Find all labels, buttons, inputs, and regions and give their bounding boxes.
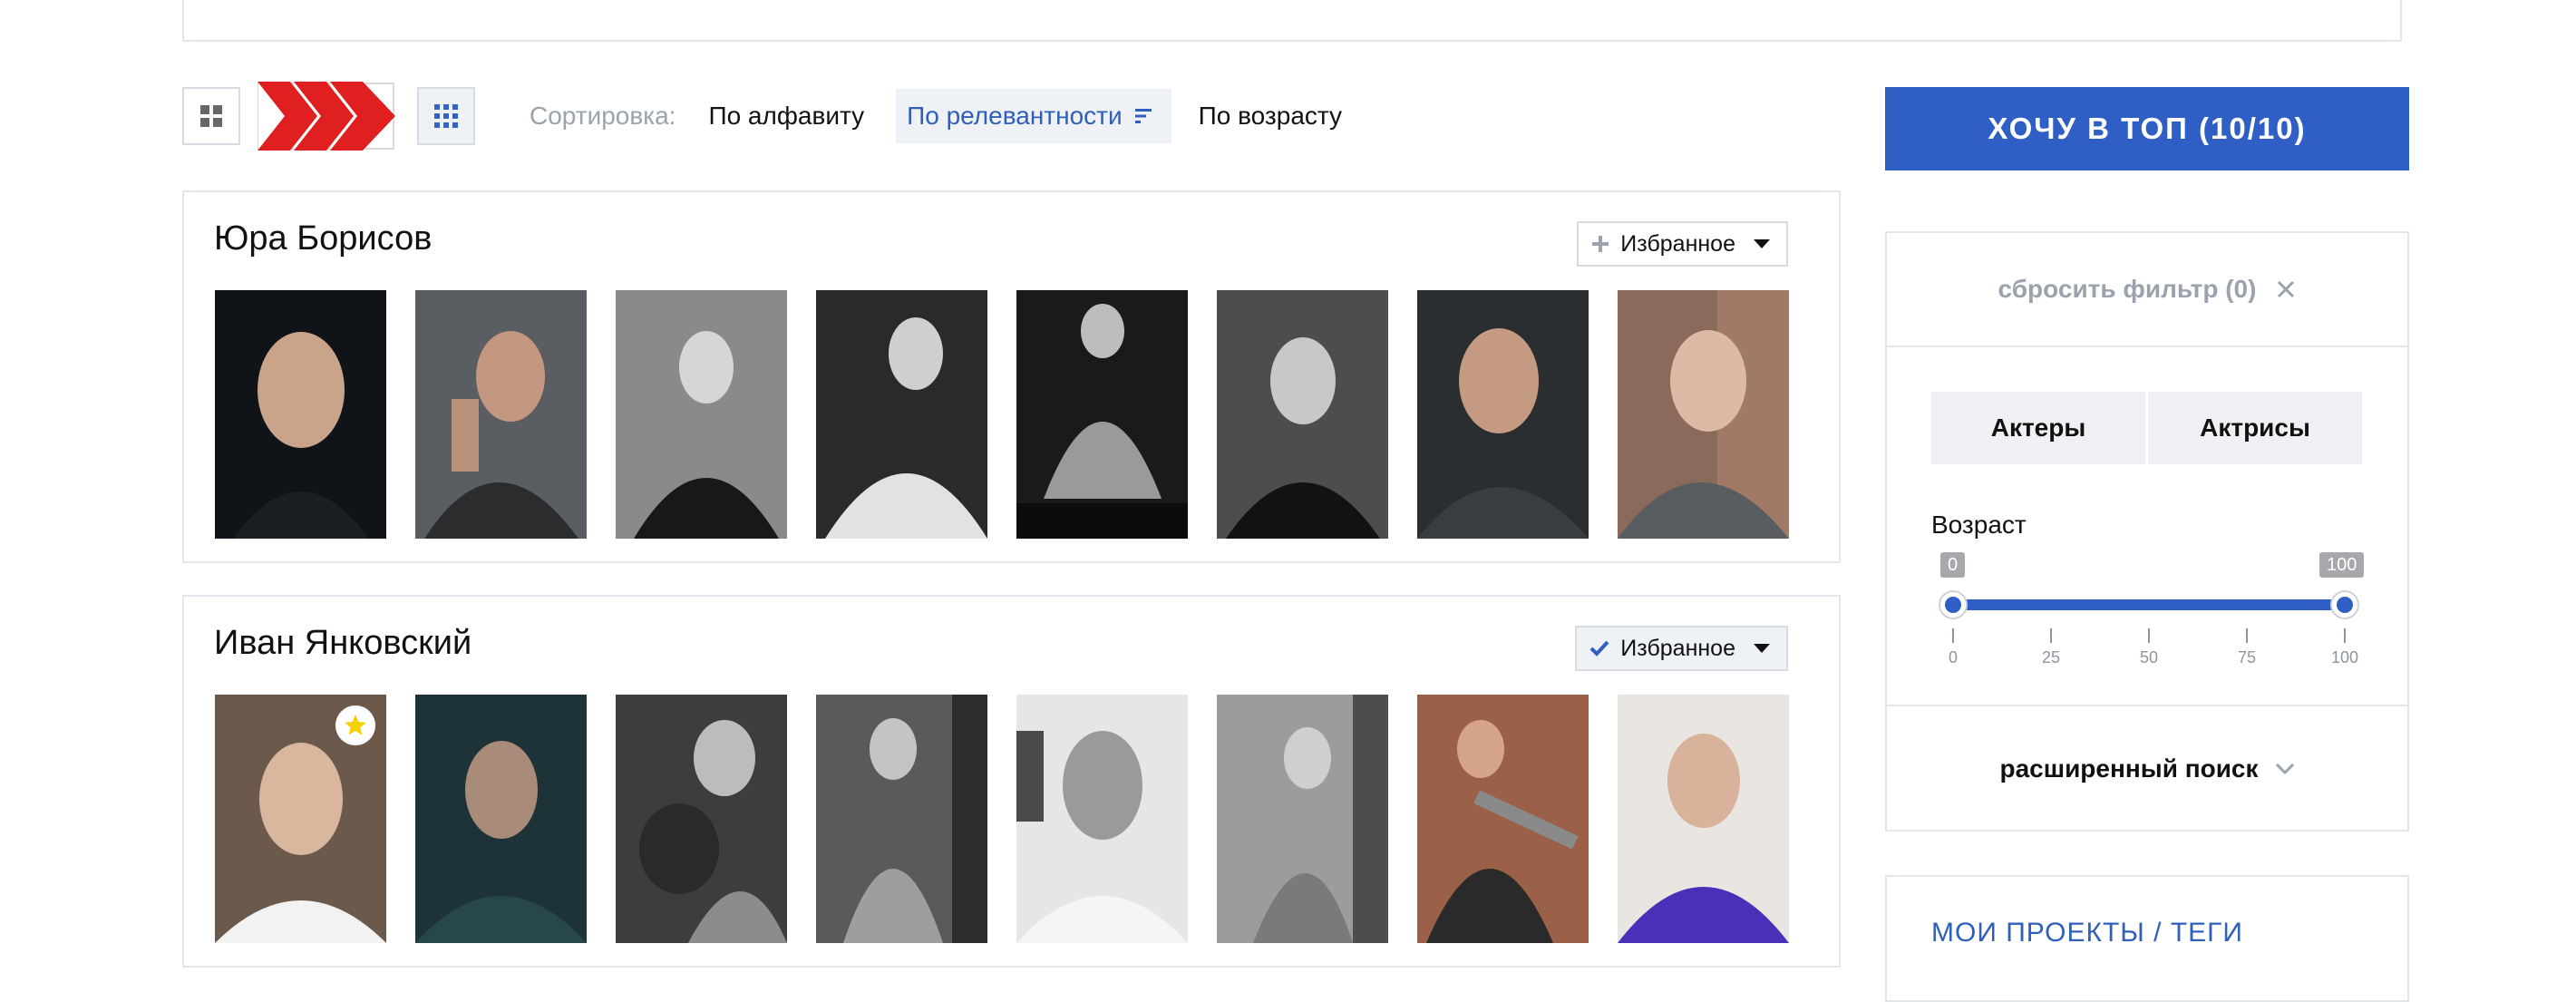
reset-filter-button[interactable]: сбросить фильтр (0) (1887, 233, 2407, 347)
sort-lines-icon (1134, 109, 1152, 123)
tick-label: 100 (2330, 648, 2359, 666)
tick-label: 75 (2237, 648, 2257, 666)
actor-photo[interactable] (616, 695, 787, 943)
sort-relevance-label: По релевантности (907, 102, 1123, 130)
tick-label: 0 (1948, 648, 1959, 666)
tab-actresses[interactable]: Актрисы (2148, 392, 2362, 464)
tab-actors[interactable]: Актеры (1931, 392, 2145, 464)
check-icon (1589, 640, 1609, 657)
filter-panel: сбросить фильтр (0) Актеры Актрисы Возра… (1885, 231, 2409, 832)
photo-strip (215, 290, 1789, 539)
actor-card: Иван Янковский Избранное (182, 595, 1841, 968)
actor-photo[interactable] (1618, 290, 1789, 539)
actor-card: Юра Борисов Избранное (182, 190, 1841, 563)
close-icon (2278, 280, 2295, 298)
age-label: Возраст (1931, 511, 2027, 539)
actor-photo[interactable] (215, 290, 386, 539)
actor-photo[interactable] (1618, 695, 1789, 943)
age-max-handle[interactable] (2330, 590, 2359, 619)
actor-photo[interactable] (1417, 695, 1589, 943)
age-max-tooltip: 100 (2319, 552, 2365, 578)
favorite-label: Избранное (1620, 635, 1735, 661)
tick-mark (2148, 628, 2150, 643)
actor-photo[interactable] (816, 290, 987, 539)
actor-name[interactable]: Юра Борисов (214, 219, 432, 258)
actor-photo[interactable] (1417, 290, 1589, 539)
advanced-search-toggle[interactable]: расширенный поиск (1887, 705, 2407, 832)
red-chevrons-icon (258, 82, 395, 151)
caret-down-icon (1754, 644, 1770, 653)
grid-small-icon (434, 104, 458, 128)
tick-mark (2246, 628, 2248, 643)
chevron-down-icon (2275, 763, 2294, 775)
sort-alphabet-option[interactable]: По алфавиту (708, 102, 864, 131)
projects-tags-link[interactable]: МОИ ПРОЕКТЫ / ТЕГИ (1931, 918, 2243, 948)
favorite-button[interactable]: Избранное (1575, 626, 1788, 671)
gender-tabs: Актеры Актрисы (1931, 392, 2362, 464)
want-top-button[interactable]: ХОЧУ В ТОП (10/10) (1885, 87, 2409, 170)
age-range-slider[interactable]: 0 100 0 25 50 75 100 (1931, 552, 2367, 666)
favorite-label: Избранное (1620, 230, 1735, 257)
projects-panel: МОИ ПРОЕКТЫ / ТЕГИ (1885, 875, 2409, 1002)
sort-label: Сортировка: (530, 102, 676, 130)
photo-strip (215, 695, 1789, 943)
grid-large-icon (200, 105, 222, 127)
actor-photo[interactable] (1016, 290, 1188, 539)
actor-photo[interactable] (616, 290, 787, 539)
caret-down-icon (1754, 239, 1770, 248)
tick-mark (1952, 628, 1954, 643)
actor-photo[interactable] (415, 290, 587, 539)
grid-large-view-button[interactable] (182, 87, 240, 145)
actor-name[interactable]: Иван Янковский (214, 624, 471, 663)
tick-mark (2344, 628, 2346, 643)
star-icon (335, 705, 375, 745)
grid-small-view-button[interactable] (417, 87, 475, 145)
age-min-handle[interactable] (1939, 590, 1968, 619)
actor-photo[interactable] (1217, 290, 1388, 539)
advanced-search-label: расширенный поиск (1999, 754, 2259, 783)
slider-track[interactable] (1953, 599, 2345, 610)
favorite-button[interactable]: Избранное (1577, 221, 1788, 267)
actor-photo[interactable] (1217, 695, 1388, 943)
age-min-tooltip: 0 (1940, 552, 1966, 578)
actor-photo[interactable] (215, 695, 386, 943)
tick-label: 50 (2139, 648, 2159, 666)
sort-relevance-option[interactable]: По релевантности (896, 89, 1171, 143)
actor-photo[interactable] (816, 695, 987, 943)
sort-age-option[interactable]: По возрасту (1199, 102, 1342, 131)
actor-photo[interactable] (1016, 695, 1188, 943)
view-toolbar: Сортировка: По алфавиту По релевантности… (182, 82, 1342, 151)
top-panel (182, 0, 2402, 42)
reset-filter-label: сбросить фильтр (0) (1998, 275, 2257, 303)
actor-photo[interactable] (415, 695, 587, 943)
tick-label: 25 (2041, 648, 2061, 666)
tick-mark (2050, 628, 2052, 643)
plus-icon (1592, 236, 1609, 252)
